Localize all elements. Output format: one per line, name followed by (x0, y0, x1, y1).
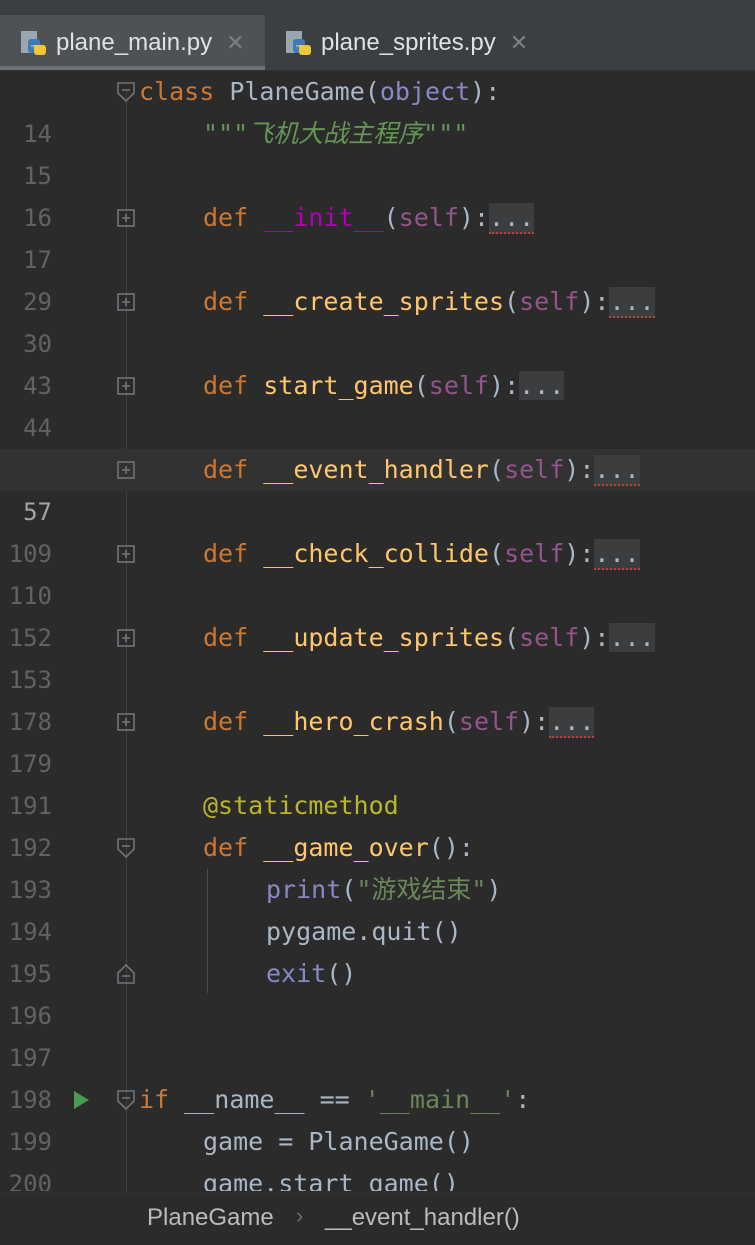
active-tab-indicator (0, 66, 265, 70)
code-line: 43 (0, 323, 755, 400)
code-line: 153 def __update_sprites(self):... (0, 617, 755, 694)
code-line: 16 (0, 155, 755, 232)
fold-collapsed-icon[interactable] (117, 628, 135, 648)
code-line: 192 @staticmethod (0, 785, 755, 862)
code-text: def __event_handler(self):... (203, 455, 640, 486)
collapsed-region: ... (519, 371, 565, 400)
close-icon[interactable]: ✕ (510, 30, 528, 56)
code-text: if __name__ == '__main__': (139, 1085, 531, 1114)
collapsed-region: ... (609, 623, 655, 652)
fold-collapsed-icon[interactable] (117, 292, 135, 312)
code-line: 197 (0, 995, 755, 1072)
python-file-icon (21, 30, 46, 55)
code-editor[interactable]: 14 class PlaneGame(object): 15 """飞机大战主程… (0, 71, 755, 1191)
code-line: 191 (0, 743, 755, 820)
fold-open-icon[interactable] (117, 838, 135, 858)
fold-collapsed-icon[interactable] (117, 376, 135, 396)
code-line: 109 (0, 491, 755, 568)
code-line: 200 game = PlaneGame() (0, 1121, 755, 1191)
code-line: 194 print("游戏结束") (0, 869, 755, 946)
code-line: 110 def __check_collide(self):... (0, 533, 755, 610)
code-text: def __init__(self):... (203, 203, 535, 234)
code-line: 195 pygame.quit() (0, 911, 755, 988)
fold-collapsed-icon[interactable] (117, 460, 135, 480)
code-text: print("游戏结束") (266, 875, 502, 904)
code-line: 193 def __game_over(): (0, 827, 755, 904)
code-text: exit() (266, 959, 357, 988)
window-top-strip (0, 0, 755, 16)
code-text: @staticmethod (203, 791, 399, 820)
fold-open-icon[interactable] (117, 82, 135, 102)
breadcrumb-item-method[interactable]: __event_handler() (325, 1204, 520, 1232)
breadcrumb-item-class[interactable]: PlaneGame (147, 1204, 274, 1232)
code-line: 199 if __name__ == '__main__': (0, 1079, 755, 1156)
code-line: 201 game.start_game() (0, 1163, 755, 1191)
run-icon[interactable] (74, 1091, 89, 1109)
fold-open-icon[interactable] (117, 1090, 135, 1110)
fold-collapsed-icon[interactable] (117, 544, 135, 564)
code-text: def __game_over(): (203, 833, 474, 862)
tab-plane-main[interactable]: plane_main.py ✕ (0, 15, 265, 70)
breadcrumb: PlaneGame › __event_handler() (0, 1193, 755, 1245)
code-line: 15 """飞机大战主程序""" (0, 113, 755, 190)
code-line: 56 (0, 407, 755, 484)
tab-label: plane_main.py (56, 28, 213, 56)
code-text: def __create_sprites(self):... (203, 287, 655, 318)
code-text: def __hero_crash(self):... (203, 707, 595, 738)
chevron-right-icon: › (296, 1203, 304, 1228)
code-text: class PlaneGame(object): (139, 77, 501, 106)
fold-collapsed-icon[interactable] (117, 208, 135, 228)
code-line: 198 (0, 1037, 755, 1114)
code-text: def start_game(self):... (203, 371, 565, 400)
code-text: game.start_game() (203, 1169, 459, 1191)
editor-tab-bar: plane_main.py ✕ plane_sprites.py ✕ (0, 15, 755, 71)
collapsed-region: ... (594, 455, 640, 486)
python-file-icon (286, 30, 311, 55)
code-line: 178 (0, 659, 755, 736)
code-line: 30 def __create_sprites(self):... (0, 281, 755, 358)
code-text: def __check_collide(self):... (203, 539, 640, 570)
collapsed-region: ... (594, 539, 640, 570)
code-line: 14 class PlaneGame(object): (0, 71, 755, 148)
code-line: 44 def start_game(self):... (0, 365, 755, 442)
code-text: game = PlaneGame() (203, 1127, 474, 1156)
close-icon[interactable]: ✕ (226, 30, 244, 56)
current-code-line: 57 def __event_handler(self):... (0, 449, 755, 526)
code-line: 17 def __init__(self):... (0, 197, 755, 274)
tab-label: plane_sprites.py (321, 28, 496, 56)
code-text: pygame.quit() (266, 917, 462, 946)
code-text: """飞机大战主程序""" (203, 119, 469, 148)
code-text: def __update_sprites(self):... (203, 623, 655, 652)
code-line: 152 (0, 575, 755, 652)
collapsed-region: ... (489, 203, 535, 234)
fold-collapsed-icon[interactable] (117, 712, 135, 732)
fold-end-icon[interactable] (117, 964, 135, 984)
code-line: 179 def __hero_crash(self):... (0, 701, 755, 778)
tab-plane-sprites[interactable]: plane_sprites.py ✕ (265, 15, 545, 70)
code-line: 29 (0, 239, 755, 316)
collapsed-region: ... (609, 287, 655, 318)
collapsed-region: ... (549, 707, 595, 738)
code-line: 196 exit() (0, 953, 755, 1030)
